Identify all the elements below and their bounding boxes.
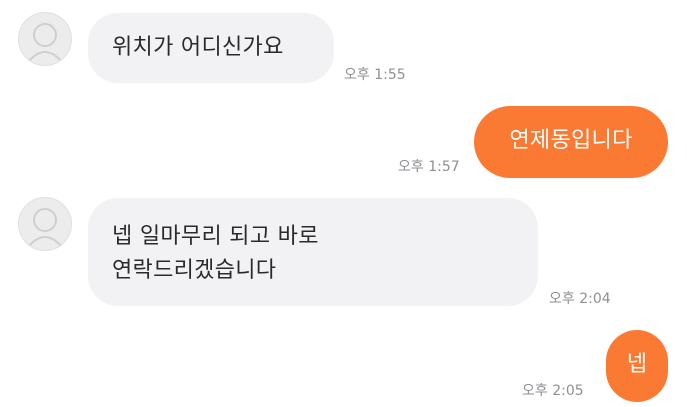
profile-avatar[interactable] — [18, 197, 72, 251]
chat-conversation: 위치가 어디신가요 오후 1:55 오후 1:57 연제동입니다 넵 일마무리 … — [0, 0, 687, 407]
message-text-line: 넵 일마무리 되고 바로 — [112, 224, 319, 249]
default-profile-icon — [28, 208, 62, 247]
outgoing-message-bubble[interactable]: 넵 — [606, 330, 668, 402]
message-text-line: 연락드리겠습니다 — [112, 258, 277, 283]
message-timestamp: 오후 1:57 — [398, 159, 460, 175]
incoming-message-bubble[interactable]: 위치가 어디신가요 — [88, 13, 334, 83]
default-profile-icon — [28, 23, 62, 62]
message-text: 넵 — [626, 352, 648, 377]
profile-avatar[interactable] — [18, 12, 72, 66]
message-timestamp: 오후 2:04 — [549, 291, 611, 307]
message-timestamp: 오후 1:55 — [344, 67, 406, 83]
message-text: 연제동입니다 — [509, 128, 633, 153]
incoming-message-bubble[interactable]: 넵 일마무리 되고 바로 연락드리겠습니다 — [88, 198, 538, 306]
message-timestamp: 오후 2:05 — [522, 383, 584, 399]
outgoing-message-bubble[interactable]: 연제동입니다 — [474, 106, 668, 178]
message-text: 위치가 어디신가요 — [112, 35, 284, 60]
